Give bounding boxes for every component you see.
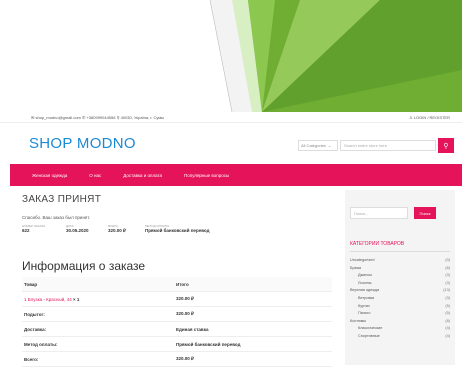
grand-total-label: Всего: <box>22 351 174 367</box>
category-count: (3) <box>445 295 450 300</box>
payment-value: Прямой банковский перевод <box>174 336 332 352</box>
order-details-table: Товар Итого 1 Блузка - Красный, 44 × 1 3… <box>22 277 332 367</box>
subtotal-label: Подытог: <box>22 306 174 322</box>
category-name: Куртки <box>358 303 370 308</box>
category-item[interactable]: Брюки (6) <box>350 266 450 274</box>
category-item[interactable]: Пальто (5) <box>350 311 450 319</box>
order-total-value: 320.00 ₽ <box>108 228 126 233</box>
categories-title: КАТЕГОРИИ ТОВАРОВ <box>350 241 405 247</box>
contact-info: ✉ shop_modno@gmail.com ✆ +380999044556 ⚲… <box>31 114 164 120</box>
main-nav: Женская одежда О нас Доставка и оплата П… <box>10 164 462 186</box>
shipping-label: Доставка: <box>22 321 174 337</box>
order-number-value: 622 <box>22 228 30 233</box>
order-payment-method: МЕТОД ОПЛАТЫ: Прямой банковский перевод <box>145 224 209 233</box>
sidebar-search-input[interactable]: Поиск... <box>350 207 408 219</box>
payment-method-value: Прямой банковский перевод <box>145 228 210 233</box>
table-row: Всего: 320.00 ₽ <box>22 351 332 367</box>
category-name: Верхняя одежда <box>350 288 380 293</box>
sidebar-search-button[interactable]: Поиск <box>414 207 436 219</box>
nav-item-womens-clothing[interactable]: Женская одежда <box>32 173 67 178</box>
utility-bar: ✉ shop_modno@gmail.com ✆ +380999044556 ⚲… <box>0 112 462 122</box>
product-link[interactable]: 1 Блузка - Красный, 44 <box>24 297 72 302</box>
category-name: Брюки <box>350 265 362 270</box>
category-count: (4) <box>445 326 450 331</box>
order-details-title: Информация о заказе <box>22 259 146 273</box>
category-count: (5) <box>445 303 450 308</box>
category-item[interactable]: Джинсы (3) <box>350 273 450 281</box>
category-name: Пальто <box>358 311 371 316</box>
category-item[interactable]: Спортивные (4) <box>350 334 450 342</box>
category-count: (6) <box>445 265 450 270</box>
table-header-row: Товар Итого <box>22 277 332 292</box>
product-qty: × 1 <box>73 296 80 302</box>
category-name: Джинсы <box>358 273 372 278</box>
nav-item-delivery-payment[interactable]: Доставка и оплата <box>123 173 162 178</box>
category-item[interactable]: Uncategorized (0) <box>350 258 450 266</box>
category-name: Костюмы <box>350 318 367 323</box>
order-number: НОМЕР ЗАКАЗА: 622 <box>22 224 46 233</box>
category-count: (8) <box>445 318 450 323</box>
category-item[interactable]: Костюмы (8) <box>350 319 450 327</box>
grand-total-value: 320.00 ₽ <box>174 351 332 367</box>
category-item[interactable]: Куртки (5) <box>350 304 450 312</box>
category-name: Классические <box>358 326 383 331</box>
page-title: ЗАКАЗ ПРИНЯТ <box>22 194 102 205</box>
search-input[interactable]: Search entire store here <box>340 140 436 151</box>
category-item[interactable]: Лосины (3) <box>350 281 450 289</box>
category-name: Uncategorized <box>350 258 375 262</box>
category-list: Uncategorized (0) Брюки (6) Джинсы (3) Лосины (… <box>350 258 450 342</box>
category-count: (3) <box>445 280 450 285</box>
search-button[interactable]: ⚲ <box>438 138 454 153</box>
table-row: 1 Блузка - Красный, 44 × 1 320.00 ₽ <box>22 291 332 307</box>
subtotal-value: 320.00 ₽ <box>174 306 332 322</box>
category-item[interactable]: Классические (4) <box>350 326 450 334</box>
category-count: (4) <box>445 333 450 338</box>
search-icon: ⚲ <box>443 142 449 150</box>
category-name: Лосины <box>358 280 372 285</box>
order-date: ДАТА: 30.05.2020 <box>66 224 89 233</box>
site-logo[interactable]: SHOP MODNO <box>29 135 136 152</box>
category-count: (0) <box>445 258 450 262</box>
table-row: Метод оплаты: Прямой банковский перевод <box>22 336 332 352</box>
login-register-link[interactable]: ♙ LOGIN / REGISTER <box>409 115 450 120</box>
category-name: Спортивные <box>358 333 380 338</box>
product-total: 320.00 ₽ <box>174 291 332 307</box>
nav-item-faq[interactable]: Популярные вопросы <box>184 173 229 178</box>
table-row: Доставка: Единая ставка <box>22 321 332 337</box>
order-date-value: 30.05.2020 <box>66 228 89 233</box>
category-count: (5) <box>445 311 450 316</box>
payment-label: Метод оплаты: <box>22 336 174 352</box>
order-total: ВСЕГО: 320.00 ₽ <box>108 224 126 234</box>
category-item[interactable]: Верхняя одежда (13) <box>350 288 450 296</box>
category-select[interactable]: All Categories ⌄ <box>298 140 338 151</box>
category-count: (13) <box>443 288 450 293</box>
chevron-down-icon: ⌄ <box>327 143 332 148</box>
category-count: (3) <box>445 273 450 278</box>
nav-item-about[interactable]: О нас <box>89 173 101 178</box>
category-item[interactable]: Ветровки (3) <box>350 296 450 304</box>
order-thanks-message: Спасибо. Ваш заказ был принят. <box>22 215 91 220</box>
column-header-product: Товар <box>22 277 174 292</box>
product-cell: 1 Блузка - Красный, 44 × 1 <box>22 291 174 307</box>
hero-graphic <box>209 0 462 112</box>
category-select-label: All Categories <box>301 143 326 148</box>
categories-divider <box>350 251 450 252</box>
column-header-total: Итого <box>174 277 332 292</box>
table-row: Подытог: 320.00 ₽ <box>22 306 332 322</box>
category-name: Ветровки <box>358 295 375 300</box>
shipping-value: Единая ставка <box>174 321 332 337</box>
hero-banner <box>0 0 462 112</box>
